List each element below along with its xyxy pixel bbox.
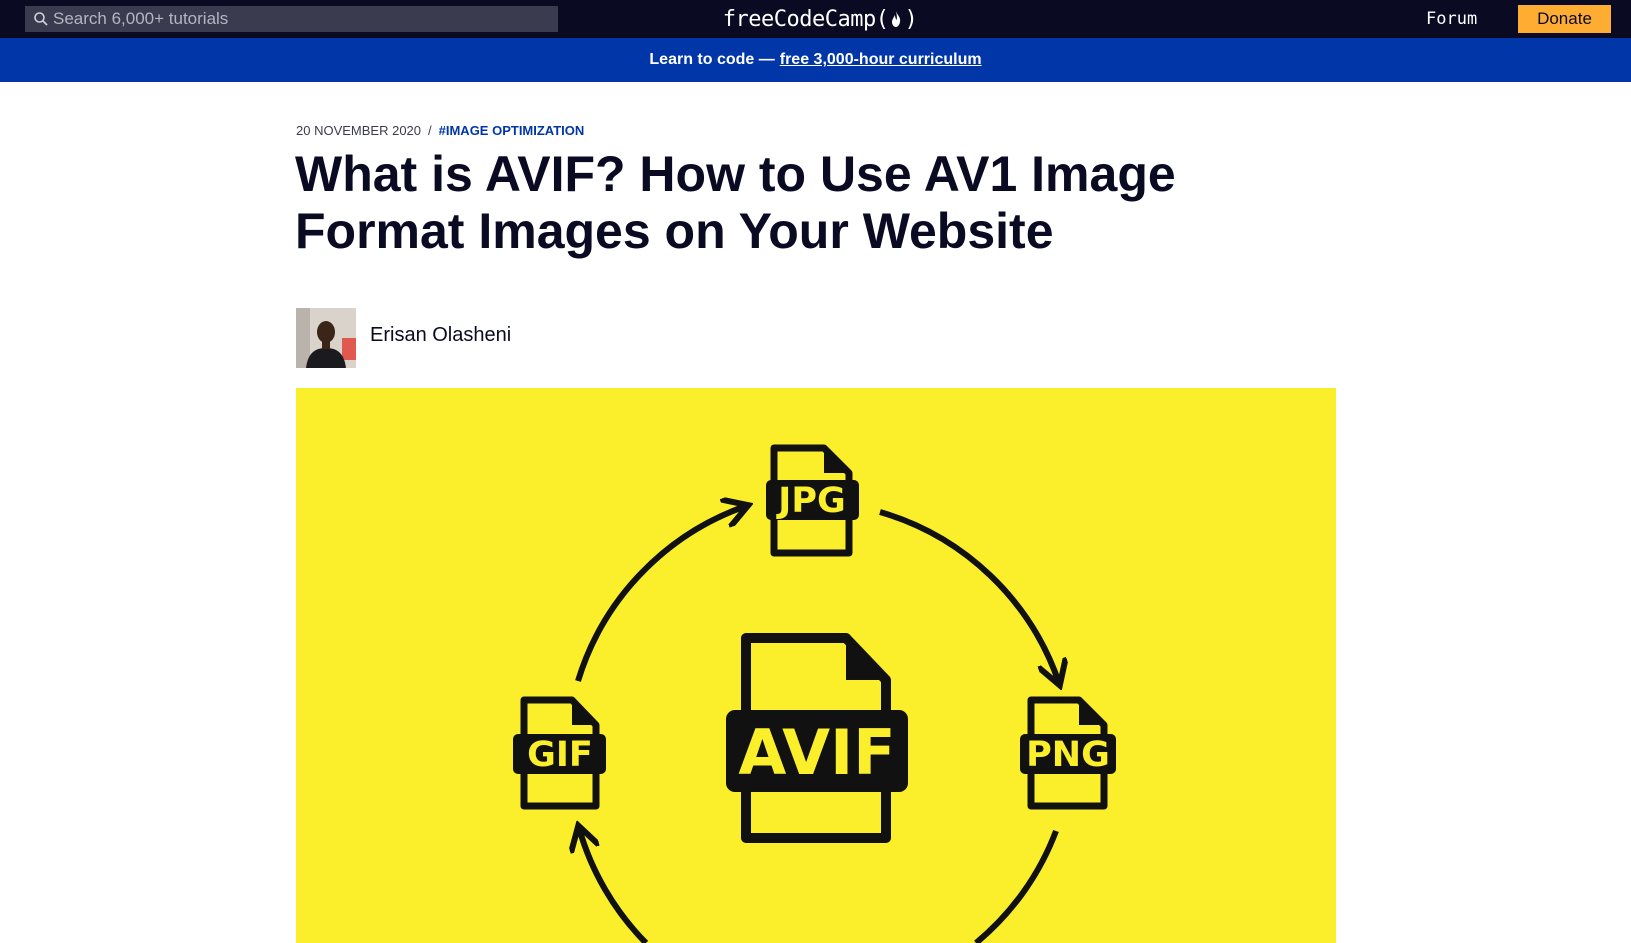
logo-text: freeCodeCamp( — [722, 6, 889, 32]
png-file-icon: PNG — [1020, 696, 1116, 810]
author-avatar[interactable] — [296, 308, 356, 368]
avif-label: AVIF — [738, 716, 895, 789]
tag-link[interactable]: #Image Optimization — [439, 123, 585, 138]
arrow-png-down — [974, 829, 1059, 943]
meta-separator: / — [428, 123, 432, 138]
publish-date: 20 November 2020 — [296, 123, 422, 138]
learn-to-code-banner: Learn to code — free 3,000-hour curricul… — [0, 38, 1631, 82]
arrow-bottom-to-gif — [579, 828, 649, 943]
forum-link[interactable]: Forum — [1422, 6, 1481, 32]
freecodecamp-logo[interactable]: freeCodeCamp( ) — [700, 4, 940, 34]
search-bar[interactable] — [25, 6, 558, 32]
article-title: What is AVIF? How to Use AV1 Image Forma… — [295, 146, 1176, 259]
jpg-label: JPG — [776, 481, 845, 521]
feature-image: JPG PNG GIF AVIF — [296, 388, 1336, 943]
flame-icon — [892, 11, 901, 27]
avif-file-icon: AVIF — [726, 633, 908, 843]
png-label: PNG — [1026, 735, 1110, 775]
curriculum-link[interactable]: free 3,000-hour curriculum — [780, 51, 982, 69]
top-navbar: freeCodeCamp( ) Forum Donate — [0, 0, 1631, 38]
logo-text-close: ) — [904, 6, 918, 32]
jpg-file-icon: JPG — [766, 444, 859, 557]
search-input[interactable] — [53, 6, 553, 32]
arrow-gif-to-jpg — [575, 506, 746, 682]
article-meta: 20 November 2020 / #Image Optimization — [296, 123, 584, 138]
gif-label: GIF — [527, 735, 593, 775]
author-name[interactable]: Erisan Olasheni — [370, 324, 511, 347]
banner-text: Learn to code — — [649, 51, 775, 68]
author-photo — [296, 308, 356, 368]
donate-button[interactable]: Donate — [1518, 5, 1611, 33]
format-cycle-illustration: JPG PNG GIF AVIF — [513, 444, 1116, 943]
search-icon — [34, 12, 48, 26]
gif-file-icon: GIF — [513, 696, 606, 810]
arrow-jpg-to-png — [879, 509, 1059, 683]
